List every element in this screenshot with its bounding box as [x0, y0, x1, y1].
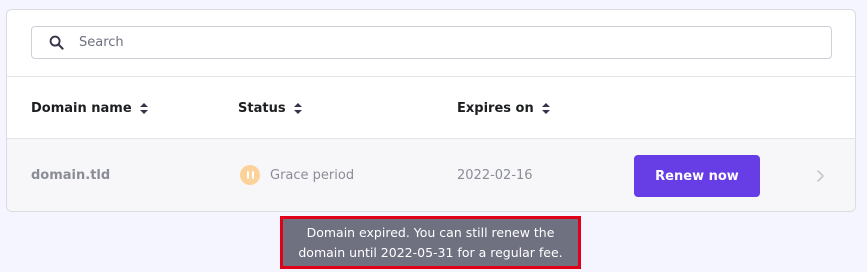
chevron-right-icon[interactable] [815, 169, 825, 183]
tooltip-line: domain until 2022-05-31 for a regular fe… [298, 244, 563, 260]
column-header-label: Expires on [457, 101, 534, 116]
column-header-status[interactable]: Status [238, 101, 302, 116]
sort-icon [139, 103, 148, 114]
table-header: Domain name Status Expires on [7, 77, 855, 138]
pause-icon [240, 165, 260, 185]
search-box[interactable] [31, 26, 832, 59]
sort-icon [293, 103, 302, 114]
renew-now-button[interactable]: Renew now [634, 155, 760, 197]
table-row[interactable]: domain.tld Grace period 2022-02-16 Renew… [7, 138, 855, 211]
column-header-expires-on[interactable]: Expires on [457, 101, 550, 116]
column-header-label: Status [238, 101, 286, 116]
status-cell: Grace period [240, 165, 354, 185]
tooltip-line: Domain expired. You can still renew the [306, 224, 555, 240]
domain-name: domain.tld [31, 168, 111, 183]
tooltip-text: Domain expired. You can still renew the … [298, 223, 562, 263]
expires-date: 2022-02-16 [457, 168, 533, 183]
column-header-label: Domain name [31, 101, 132, 116]
expiry-tooltip: Domain expired. You can still renew the … [280, 216, 581, 269]
search-input[interactable] [79, 27, 819, 58]
domains-card: Domain name Status Expires on domain.tld [6, 9, 856, 212]
search-icon [49, 35, 64, 50]
status-label: Grace period [270, 167, 355, 183]
column-header-domain-name[interactable]: Domain name [31, 101, 148, 116]
sort-icon [541, 103, 550, 114]
